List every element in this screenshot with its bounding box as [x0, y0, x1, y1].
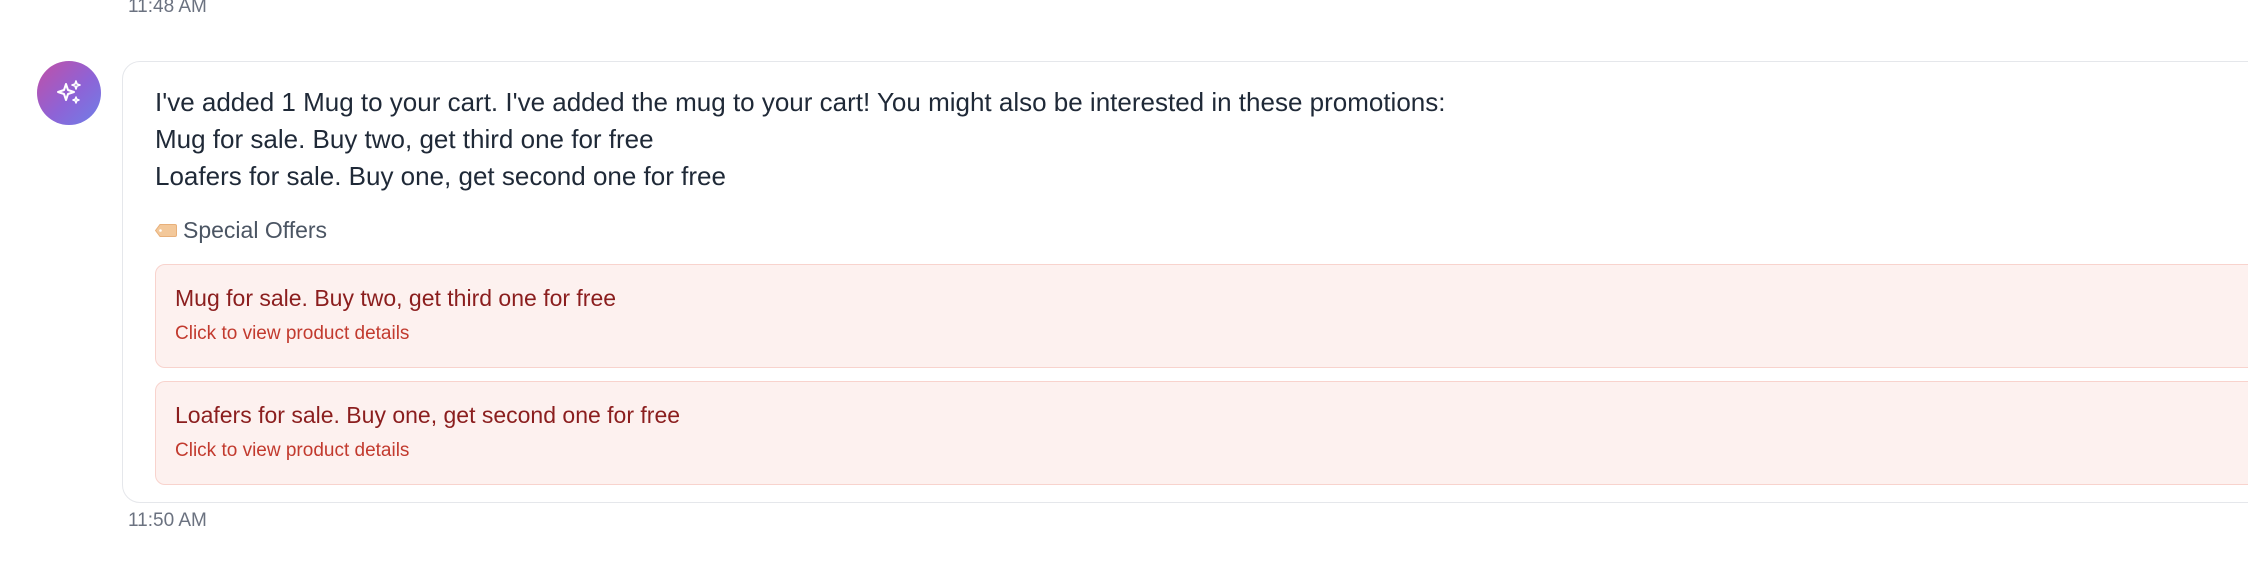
sparkles-icon — [54, 78, 84, 108]
assistant-avatar — [37, 61, 101, 125]
assistant-message-bubble: I've added 1 Mug to your cart. I've adde… — [122, 61, 2248, 503]
assistant-message-text: I've added 1 Mug to your cart. I've adde… — [155, 84, 1445, 195]
message-line: Mug for sale. Buy two, get third one for… — [155, 124, 654, 154]
offer-card-loafers[interactable]: Loafers for sale. Buy one, get second on… — [155, 381, 2248, 485]
offer-view-details-link[interactable]: Click to view product details — [175, 323, 409, 345]
assistant-message-timestamp: 11:50 AM — [128, 510, 207, 531]
offer-view-details-link[interactable]: Click to view product details — [175, 440, 409, 462]
previous-message-timestamp: 11:48 AM — [128, 0, 207, 17]
offer-card-mug[interactable]: Mug for sale. Buy two, get third one for… — [155, 264, 2248, 368]
offer-title: Mug for sale. Buy two, get third one for… — [175, 285, 617, 311]
message-line: I've added 1 Mug to your cart. I've adde… — [155, 87, 1446, 117]
special-offers-heading: Special Offers — [155, 217, 327, 244]
message-line: Loafers for sale. Buy one, get second on… — [155, 161, 726, 191]
special-offers-label: Special Offers — [183, 217, 328, 243]
tag-icon — [155, 224, 177, 237]
offer-title: Loafers for sale. Buy one, get second on… — [175, 402, 681, 428]
